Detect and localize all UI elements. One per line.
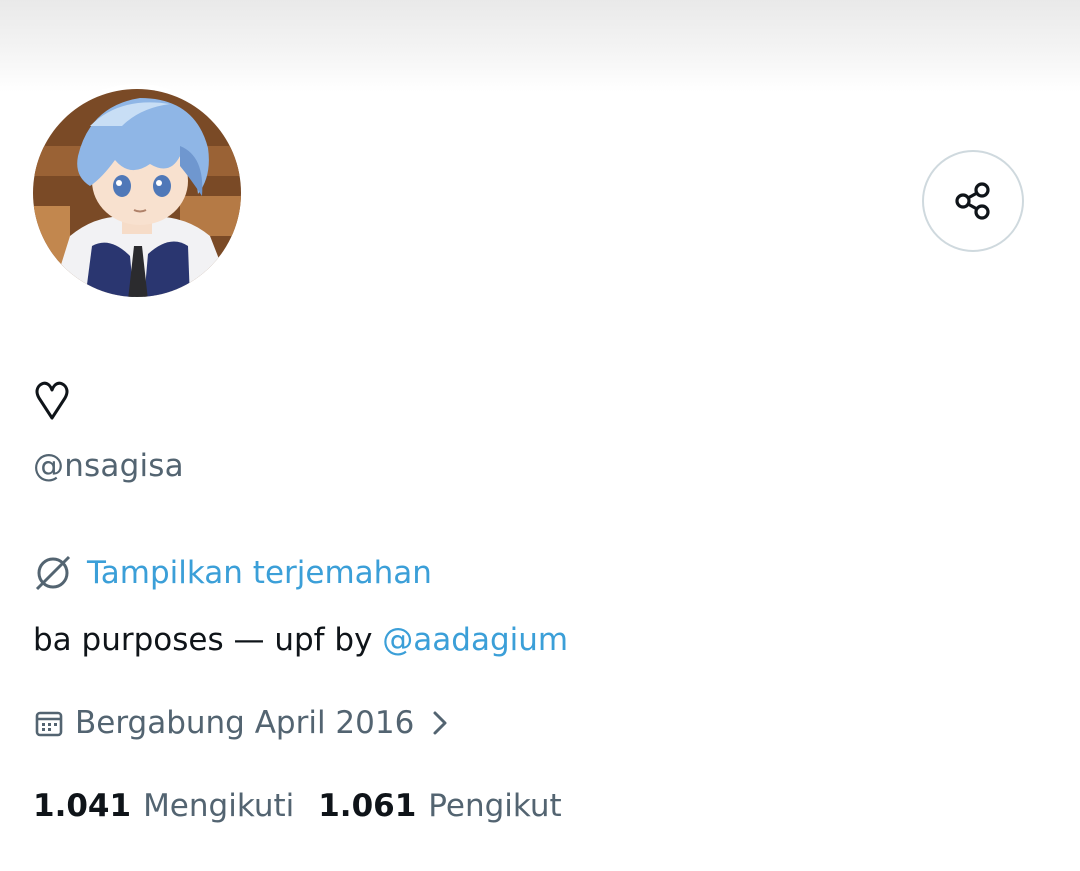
translate-bio-link[interactable]: Tampilkan terjemahan xyxy=(33,553,432,593)
calendar-icon xyxy=(35,711,63,737)
bio-text: ba purposes — upf by xyxy=(33,622,383,658)
following-count: 1.041 xyxy=(33,788,132,824)
header-banner xyxy=(0,0,1080,92)
avatar[interactable] xyxy=(30,86,244,300)
following-stat[interactable]: 1.041 Mengikuti xyxy=(33,788,294,824)
followers-count: 1.061 xyxy=(318,788,417,824)
translate-globe-icon xyxy=(35,555,71,591)
profile-handle: @nsagisa xyxy=(33,448,184,484)
share-button[interactable] xyxy=(922,150,1024,252)
profile-bio: ba purposes — upf by @aadagium xyxy=(33,622,568,658)
heart-outline-icon xyxy=(35,381,69,420)
following-label: Mengikuti xyxy=(143,788,295,824)
avatar-image xyxy=(33,89,241,297)
chevron-right-icon xyxy=(433,711,447,735)
share-icon xyxy=(955,182,990,220)
followers-label: Pengikut xyxy=(428,788,562,824)
followers-stat[interactable]: 1.061 Pengikut xyxy=(318,788,561,824)
joined-label: Bergabung April 2016 xyxy=(75,705,415,741)
translate-label: Tampilkan terjemahan xyxy=(87,555,432,591)
follow-stats: 1.041 Mengikuti 1.061 Pengikut xyxy=(33,788,562,824)
joined-date[interactable]: Bergabung April 2016 xyxy=(33,705,454,741)
profile-page: @nsagisa Tampilkan terjemahan ba purpose… xyxy=(0,0,1080,871)
display-name xyxy=(34,380,74,426)
bio-mention-link[interactable]: @aadagium xyxy=(382,622,568,658)
